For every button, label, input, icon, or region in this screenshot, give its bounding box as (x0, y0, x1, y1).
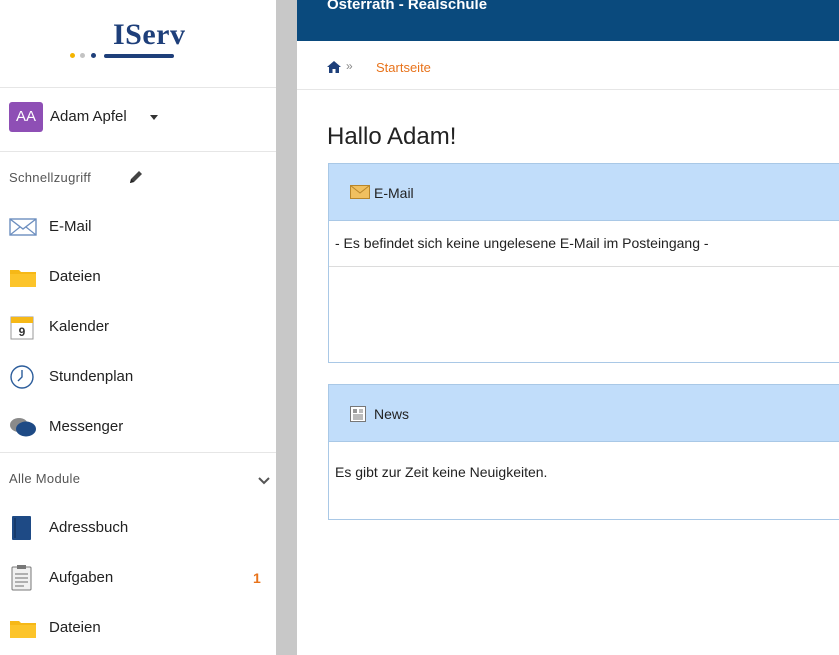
logo-underline (104, 54, 174, 58)
email-panel-header[interactable]: E-Mail (329, 164, 839, 221)
sidebar-item-files-module[interactable]: Dateien (0, 603, 276, 653)
sidebar-item-tasks[interactable]: Aufgaben 1 (0, 553, 276, 603)
sidebar-item-label: Aufgaben (49, 569, 114, 586)
logo-text: IServ (113, 18, 186, 51)
folder-icon (9, 264, 37, 290)
sidebar-resizer[interactable] (276, 0, 297, 655)
email-panel-title: E-Mail (374, 185, 414, 201)
sidebar-item-label: Stundenplan (49, 368, 134, 385)
sidebar-item-messenger[interactable]: Messenger (0, 402, 276, 452)
address-book-icon (9, 515, 37, 541)
sidebar-item-label: Dateien (49, 268, 101, 285)
user-name: Adam Apfel (50, 108, 127, 125)
email-panel-message: - Es befindet sich keine ungelesene E-Ma… (335, 235, 709, 251)
logo-dot-blue (91, 53, 96, 58)
caret-down-icon (150, 115, 158, 120)
mail-envelope-icon (350, 185, 370, 204)
clock-icon (9, 364, 37, 390)
avatar: AA (9, 102, 43, 132)
sidebar-item-calendar[interactable]: 9 Kalender (0, 302, 276, 352)
sidebar-item-label: E-Mail (49, 218, 92, 235)
pencil-icon[interactable] (128, 169, 144, 190)
chevron-down-icon[interactable] (258, 473, 270, 491)
news-panel-title: News (374, 406, 410, 422)
sidebar-item-address-book[interactable]: Adressbuch (0, 503, 276, 553)
iserv-logo[interactable]: IServ (0, 0, 276, 88)
page-title: Hallo Adam! (327, 123, 457, 150)
sidebar-item-label: Messenger (49, 418, 124, 435)
quick-access-label: Schnellzugriff (9, 170, 92, 185)
breadcrumb: » Startseite (297, 41, 839, 90)
main-content: Osterrath - Realschule » Startseite Hall… (297, 0, 839, 655)
top-bar: Osterrath - Realschule (297, 0, 839, 41)
news-panel-message: Es gibt zur Zeit keine Neuigkeiten. (335, 464, 548, 480)
sidebar: IServ AA Adam Apfel Schnellzugriff E-Mai… (0, 0, 276, 655)
sidebar-item-label: Kalender (49, 318, 110, 335)
breadcrumb-startseite[interactable]: Startseite (376, 60, 431, 75)
notification-badge: 1 (253, 570, 261, 586)
all-modules-header[interactable]: Alle Module (0, 453, 276, 503)
logo-dot-yellow (70, 53, 75, 58)
calendar-icon: 9 (9, 314, 37, 340)
news-panel-message-row: Es gibt zur Zeit keine Neuigkeiten. (329, 442, 839, 512)
logo-dot-gray (80, 53, 85, 58)
all-modules-label: Alle Module (9, 471, 81, 486)
envelope-icon (9, 214, 37, 240)
breadcrumb-separator: » (346, 59, 353, 73)
sidebar-item-label: Dateien (49, 619, 101, 636)
sidebar-item-files[interactable]: Dateien (0, 252, 276, 302)
email-panel-message-row: - Es befindet sich keine ungelesene E-Ma… (329, 221, 839, 267)
svg-text:9: 9 (19, 325, 26, 339)
folder-icon (9, 615, 37, 641)
chat-bubbles-icon (9, 414, 37, 440)
school-name: Osterrath - Realschule (327, 0, 488, 13)
newspaper-icon (350, 406, 366, 427)
home-icon[interactable] (327, 60, 341, 78)
sidebar-item-timetable[interactable]: Stundenplan (0, 352, 276, 402)
news-panel-header[interactable]: News (329, 385, 839, 442)
quick-access-header: Schnellzugriff (0, 152, 276, 202)
sidebar-item-email[interactable]: E-Mail (0, 202, 276, 252)
email-panel: E-Mail - Es befindet sich keine ungelese… (328, 163, 839, 363)
sidebar-item-label: Adressbuch (49, 519, 129, 536)
news-panel: News Es gibt zur Zeit keine Neuigkeiten. (328, 384, 839, 520)
clipboard-icon (9, 565, 37, 591)
user-menu[interactable]: AA Adam Apfel (0, 88, 276, 152)
